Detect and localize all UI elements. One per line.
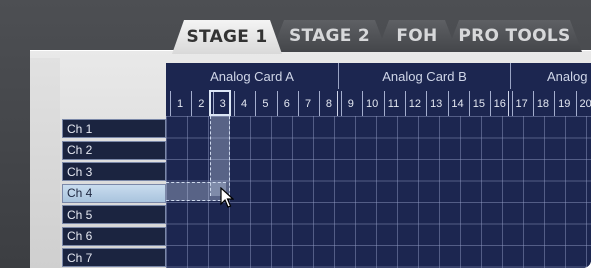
tab-label: STAGE 1 [186,27,268,47]
column-number[interactable]: 1 [170,91,189,116]
column-number[interactable]: 2 [191,91,210,116]
card-header-a: Analog Card A [166,63,339,89]
card-header-b: Analog Card B [339,63,511,89]
tab-bar: STAGE 1 STAGE 2 FOH PRO TOOLS [164,20,591,52]
card-label: Analog Card A [210,68,294,84]
column-number[interactable]: 14 [447,91,467,116]
channel-row-label[interactable]: Ch 2 [62,140,166,160]
channel-row-label[interactable]: Ch 5 [62,205,166,224]
tab-stage-1[interactable]: STAGE 1 [172,20,282,54]
column-number[interactable]: 16 [490,91,510,116]
column-number[interactable]: 12 [404,91,424,116]
column-number[interactable]: 18 [532,91,552,116]
column-number[interactable]: 7 [298,91,317,116]
column-number[interactable]: 11 [383,91,403,116]
channel-row-label[interactable]: Ch 7 [62,248,166,267]
row-crosshair [166,182,226,201]
column-number[interactable]: 19 [554,91,573,116]
tab-foh[interactable]: FOH [377,20,457,52]
card-header-c: Analog [511,63,591,89]
column-number[interactable]: 15 [468,91,488,116]
arrow-pointer-icon [220,187,234,208]
channel-row-label[interactable]: Ch 4 [62,183,166,203]
tab-stage-2[interactable]: STAGE 2 [272,20,387,52]
column-number[interactable]: 4 [234,91,253,116]
column-number[interactable]: 13 [426,91,445,116]
column-number[interactable]: 20 [575,91,591,116]
column-number[interactable]: 9 [340,91,360,116]
card-label: Analog [547,68,588,84]
column-number[interactable]: 17 [511,91,531,116]
column-number[interactable]: 6 [276,91,296,116]
panel-left-margin [30,58,60,268]
selected-column-highlight [209,90,231,116]
tab-pro-tools[interactable]: PRO TOOLS [447,20,582,52]
card-label: Analog Card B [382,68,467,84]
column-number[interactable]: 10 [362,91,381,116]
channel-row-label[interactable]: Ch 1 [62,119,166,138]
tab-label: FOH [396,26,438,46]
channel-row-label[interactable]: Ch 6 [62,226,166,246]
column-number[interactable]: 8 [319,91,339,116]
tab-label: PRO TOOLS [458,26,571,46]
tab-label: STAGE 2 [288,26,371,46]
patchbay-window: STAGE 1 STAGE 2 FOH PRO TOOLS Analog Car… [0,0,591,268]
column-number[interactable]: 5 [255,91,274,116]
channel-row-label[interactable]: Ch 3 [62,162,166,181]
